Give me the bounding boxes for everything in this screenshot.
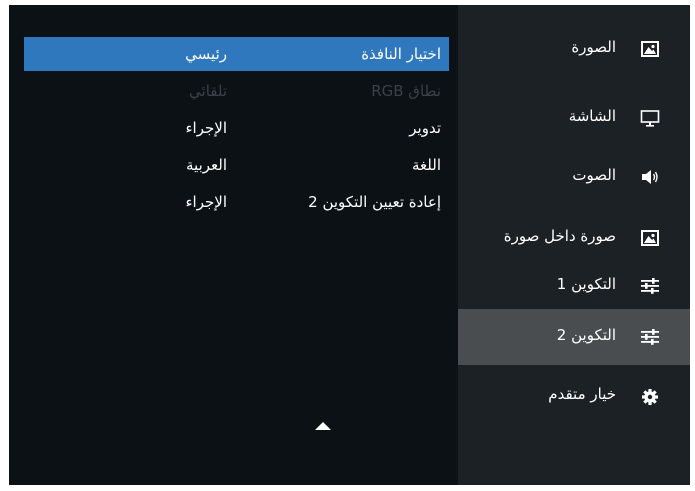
menu-item-advanced-option[interactable]: خيار متقدم bbox=[458, 368, 690, 424]
monitor-icon bbox=[640, 109, 660, 127]
submenu-row-label: نطاق RGB bbox=[371, 82, 441, 100]
submenu-row-label: إعادة تعيين التكوين 2 bbox=[308, 193, 441, 211]
menu-item-label: التكوين 2 bbox=[556, 326, 616, 344]
submenu-row-language[interactable]: اللغة العربية bbox=[24, 148, 449, 182]
menu-item-label: الصوت bbox=[572, 166, 616, 184]
sliders-icon bbox=[640, 277, 660, 295]
picture-in-picture-icon bbox=[640, 229, 660, 247]
sliders-icon bbox=[640, 328, 660, 346]
submenu-row-label: اختيار النافذة bbox=[361, 45, 441, 63]
menu-item-audio[interactable]: الصوت bbox=[458, 149, 690, 205]
submenu-row-value: رئيسي bbox=[185, 45, 227, 63]
speaker-icon bbox=[640, 168, 660, 186]
submenu-row-value: الإجراء bbox=[185, 119, 228, 137]
submenu-row-value: تلقائي bbox=[189, 82, 227, 100]
submenu-row-value: العربية bbox=[186, 156, 227, 174]
picture-icon bbox=[640, 40, 660, 58]
osd-window: اختيار النافذة رئيسي نطاق RGB تلقائي تدو… bbox=[9, 5, 690, 485]
menu-item-label: خيار متقدم bbox=[548, 385, 616, 403]
submenu-row-window-select[interactable]: اختيار النافذة رئيسي bbox=[24, 37, 449, 71]
submenu-row-value: الإجراء bbox=[185, 193, 228, 211]
menu-item-configuration-2[interactable]: التكوين 2 bbox=[458, 309, 690, 365]
submenu-row-label: تدوير bbox=[409, 119, 441, 137]
menu-item-label: التكوين 1 bbox=[556, 275, 616, 293]
menu-item-label: الشاشة bbox=[568, 107, 616, 125]
main-menu: الصورة الشاشة الصوت صورة داخل صورة التكو… bbox=[458, 5, 690, 485]
submenu-row-rgb-range: نطاق RGB تلقائي bbox=[24, 74, 449, 108]
submenu-row-rotate[interactable]: تدوير الإجراء bbox=[24, 111, 449, 145]
menu-item-picture[interactable]: الصورة bbox=[458, 21, 690, 77]
menu-item-label: الصورة bbox=[571, 38, 616, 56]
menu-item-label: صورة داخل صورة bbox=[503, 227, 616, 245]
submenu-panel: اختيار النافذة رئيسي نطاق RGB تلقائي تدو… bbox=[24, 37, 449, 222]
submenu-row-label: اللغة bbox=[412, 156, 441, 174]
gear-icon bbox=[640, 387, 660, 405]
menu-item-screen[interactable]: الشاشة bbox=[458, 90, 690, 146]
menu-item-configuration-1[interactable]: التكوين 1 bbox=[458, 258, 690, 314]
triangle-up-icon[interactable] bbox=[315, 422, 331, 430]
submenu-row-reset-settings-2[interactable]: إعادة تعيين التكوين 2 الإجراء bbox=[24, 185, 449, 219]
